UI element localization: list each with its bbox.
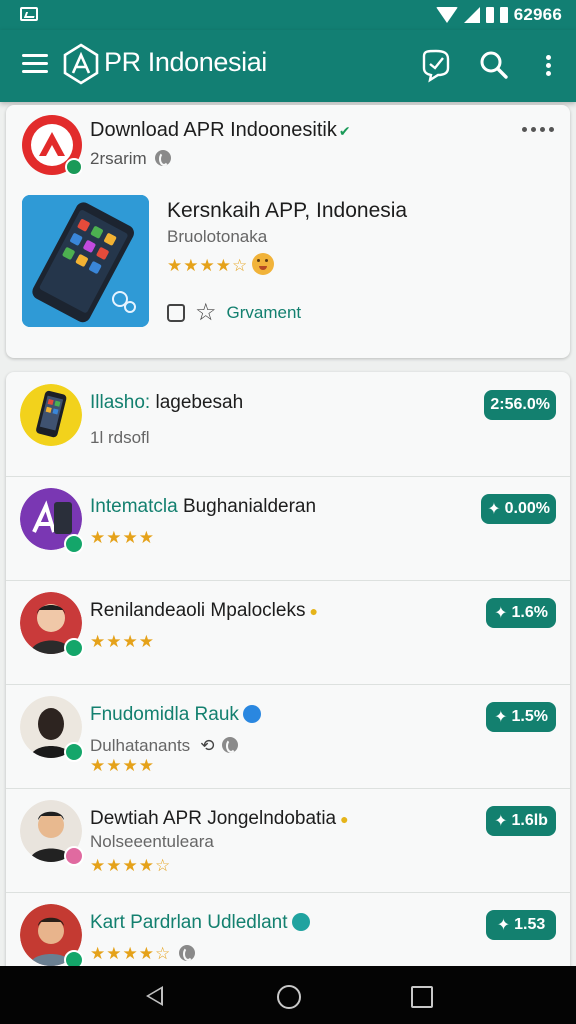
percent-badge[interactable]: ✦ 1.53 xyxy=(486,910,556,940)
sparkle-icon: ✦ xyxy=(494,709,508,726)
status-bar: 62966 xyxy=(0,0,576,30)
status-badge xyxy=(64,742,84,762)
verified-icon xyxy=(291,913,310,931)
percent-badge[interactable]: ✦ 1.6% xyxy=(486,598,556,628)
row-avatar xyxy=(20,384,82,446)
row-subtitle: Nolseeentuleara xyxy=(90,832,214,851)
wifi-icon xyxy=(435,7,458,23)
featured-card: Download APR Indoonesitik ✔ 2rsarim Kersn… xyxy=(6,105,570,358)
status-badge xyxy=(64,534,84,554)
sparkle-icon: ✦ xyxy=(494,605,508,622)
percent-badge[interactable]: ✦ 1.6lb xyxy=(486,806,556,836)
favorite-star-icon[interactable]: ☆ xyxy=(195,301,217,325)
row-subtitle: 1l rdsofl xyxy=(90,428,150,447)
percent-badge[interactable]: ✦ 0.00% xyxy=(481,494,556,524)
search-icon[interactable] xyxy=(474,46,514,86)
list-item[interactable]: Dewtiah APR Jongelndobatia ● Nolseeentule… xyxy=(6,788,570,893)
row-title: Intematcla Bughanialderan xyxy=(90,496,317,517)
row-title: Kart Pardrlan Udledlant xyxy=(90,912,310,934)
row-rating: ★★★★ xyxy=(90,528,155,547)
featured-subtitle: 2rsarim xyxy=(90,149,171,169)
globe-icon xyxy=(154,150,171,166)
app-bar: PR Indonesiai xyxy=(0,30,576,102)
featured-title[interactable]: Download APR Indoonesitik ✔ xyxy=(90,119,351,142)
refresh-icon: ⟲ xyxy=(200,736,215,755)
status-badge xyxy=(64,638,84,658)
app-rating: ★★★★☆ xyxy=(167,253,275,276)
app-list-card: Illasho: lagebesah 1l rdsofl 2:56.0% Int… xyxy=(6,372,570,982)
battery-icon xyxy=(485,7,494,23)
screenshot-icon xyxy=(20,7,38,21)
list-item[interactable]: Illasho: lagebesah 1l rdsofl 2:56.0% xyxy=(6,372,570,477)
emoji-icon xyxy=(252,253,275,275)
more-icon[interactable] xyxy=(522,127,554,132)
hamburger-menu-icon[interactable] xyxy=(22,54,48,74)
status-indicators: 62966 xyxy=(435,5,562,25)
row-subtitle: Dulhatanants ⟲ xyxy=(90,736,239,756)
status-badge xyxy=(64,846,84,866)
featured-actions: ☆ Grvament xyxy=(167,301,301,325)
more-options-icon[interactable] xyxy=(528,46,568,86)
share-icon[interactable] xyxy=(167,304,185,322)
status-time: 62966 xyxy=(513,5,562,24)
globe-icon xyxy=(179,945,196,961)
home-icon[interactable] xyxy=(277,985,301,1009)
row-title: Illasho: lagebesah xyxy=(90,392,244,413)
row-title: Fnudomidla Rauk xyxy=(90,704,261,726)
chat-icon[interactable] xyxy=(416,46,456,86)
signal-icon xyxy=(463,7,480,23)
featured-app-image[interactable] xyxy=(22,195,149,327)
row-title: Renilandeaoli Mpalocleks ● xyxy=(90,600,318,621)
row-title: Dewtiah APR Jongelndobatia ● xyxy=(90,808,349,829)
sparkle-icon: ✦ xyxy=(494,813,508,830)
sparkle-icon: ✦ xyxy=(496,917,511,934)
crown-icon: ● xyxy=(340,811,349,827)
verified-tick-icon: ✔ xyxy=(338,123,351,139)
app-title: PR Indonesiai xyxy=(104,47,267,77)
row-rating: ★★★★☆ xyxy=(90,944,196,964)
comment-button[interactable]: Grvament xyxy=(227,303,302,323)
percent-badge[interactable]: ✦ 1.5% xyxy=(486,702,556,732)
back-icon[interactable] xyxy=(146,986,163,1006)
row-rating: ★★★★☆ xyxy=(90,856,172,875)
verified-icon xyxy=(242,705,261,723)
featured-avatar[interactable] xyxy=(22,115,82,175)
app-developer: Bruolotonaka xyxy=(167,227,268,246)
system-navigation-bar xyxy=(0,966,576,1024)
brand-logo-icon xyxy=(63,43,99,85)
row-rating: ★★★★ xyxy=(90,756,155,775)
percent-badge[interactable]: 2:56.0% xyxy=(484,390,556,420)
list-item[interactable]: Renilandeaoli Mpalocleks ● ★★★★ ✦ 1.6% xyxy=(6,580,570,685)
sparkle-icon: ✦ xyxy=(487,501,501,518)
battery-icon-2 xyxy=(499,7,508,23)
app-name[interactable]: Kersnkaih APP, Indonesia xyxy=(167,199,407,223)
crown-icon: ● xyxy=(309,603,318,619)
globe-icon xyxy=(222,737,239,753)
recents-icon[interactable] xyxy=(411,986,433,1008)
list-item[interactable]: Intematcla Bughanialderan ★★★★ ✦ 0.00% xyxy=(6,476,570,581)
row-rating: ★★★★ xyxy=(90,632,155,651)
list-item[interactable]: Fnudomidla Rauk Dulhatanants ⟲ ★★★★ ✦ 1.5% xyxy=(6,684,570,789)
